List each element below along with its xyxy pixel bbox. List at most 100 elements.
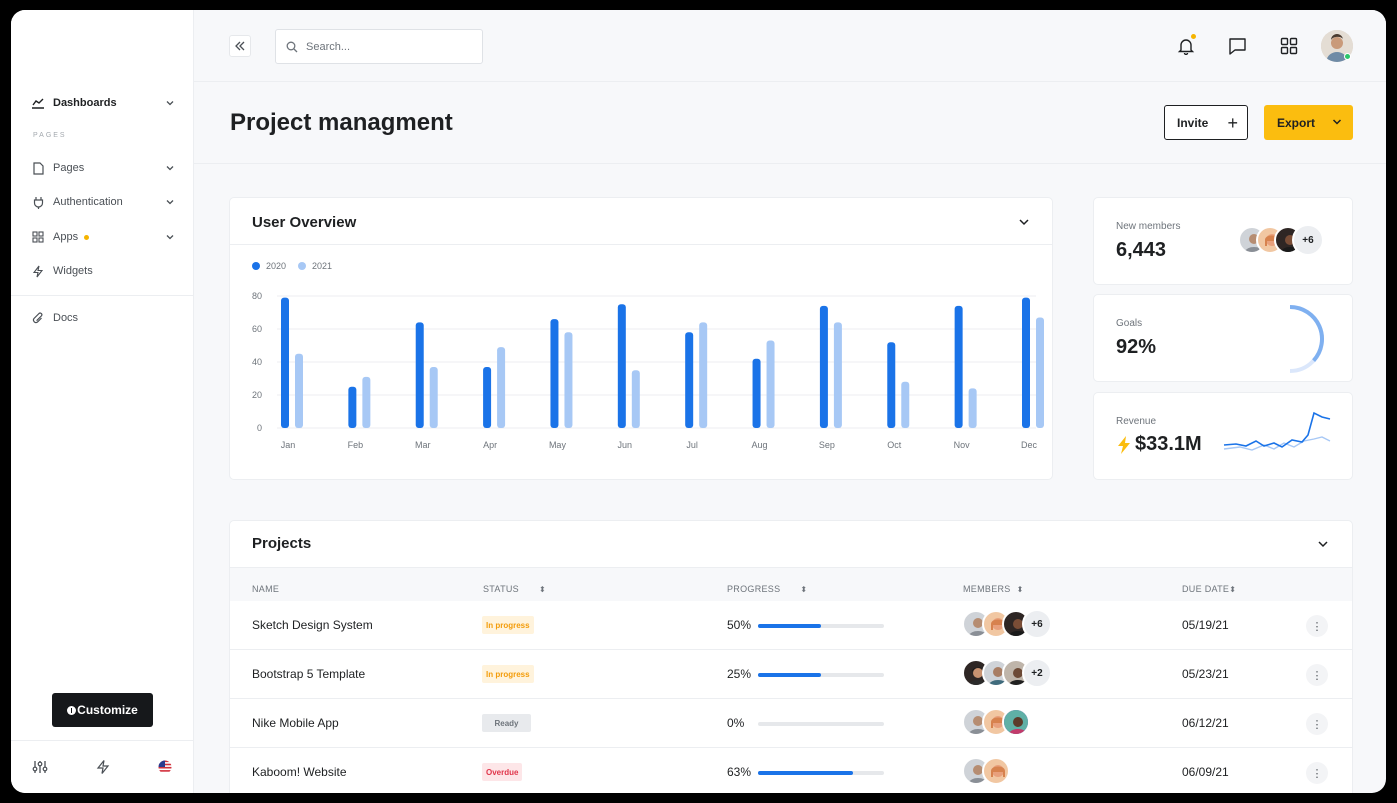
bar-2021-mar [429, 366, 438, 428]
progress-bar [758, 722, 884, 726]
sidebar-item-authentication[interactable]: Authentication [31, 192, 176, 212]
bar-2020-aug [752, 358, 761, 428]
progress-bar [758, 624, 884, 628]
legend-label: 2021 [312, 261, 333, 271]
project-name[interactable]: Nike Mobile App [252, 716, 339, 730]
legend-swatch [298, 262, 307, 270]
x-tick-label: Nov [954, 440, 971, 450]
row-actions-button[interactable]: ⋮ [1306, 762, 1328, 784]
bar-2020-jul [685, 332, 694, 428]
row-actions-button[interactable]: ⋮ [1306, 713, 1328, 735]
search-input[interactable] [306, 40, 466, 53]
online-status-dot [1344, 53, 1351, 60]
bar-2020-dec [1022, 297, 1030, 428]
app-window: Dashboards PAGES Pages Authentication Ap… [11, 10, 1386, 793]
x-tick-label: Dec [1021, 440, 1038, 450]
bar-chart: 80 60 40 20 0 Jan Feb Mar Apr May Jun Jul Aug Sep Oct N… [252, 291, 1044, 450]
bolt-icon [31, 264, 45, 278]
notification-dot [1191, 34, 1196, 39]
column-label: PROGRESS [727, 584, 781, 594]
column-header-progress[interactable]: PROGRESS ⬍ [727, 584, 807, 594]
goals-card: Goals 92% [1093, 294, 1353, 382]
project-name[interactable]: Sketch Design System [252, 618, 373, 632]
chevron-down-icon [166, 200, 174, 205]
legend-item-2020: 2020 [252, 261, 286, 271]
sidebar-item-docs[interactable]: Docs [31, 308, 176, 328]
stat-value: 92% [1116, 336, 1157, 358]
bar-2020-sep [819, 305, 828, 428]
progress-bar [758, 673, 884, 677]
invite-label: Invite [1177, 115, 1209, 130]
goals-gauge [1290, 305, 1324, 373]
bar-2021-apr [497, 347, 506, 428]
sort-icon: ⬍ [1229, 585, 1237, 594]
status-badge: In progress [482, 616, 534, 634]
revenue-card: Revenue $33.1M [1093, 392, 1353, 480]
bar-2020-jun [617, 304, 626, 428]
row-actions-button[interactable]: ⋮ [1306, 615, 1328, 637]
sidebar-item-label: Docs [53, 312, 79, 324]
bar-2021-sep [833, 322, 842, 428]
avatar [982, 757, 1010, 785]
more-members-badge[interactable]: +2 [1022, 658, 1052, 688]
chevron-down-icon[interactable] [1316, 537, 1330, 551]
y-tick-label: 0 [257, 423, 262, 433]
bar-2021-jun [631, 370, 640, 428]
project-name[interactable]: Kaboom! Website [252, 765, 347, 779]
stat-label: Revenue [1116, 416, 1157, 427]
invite-button[interactable]: Invite + [1164, 105, 1248, 140]
x-tick-label: Jan [281, 440, 296, 450]
export-button[interactable]: Export [1264, 105, 1353, 140]
sidebar-item-apps[interactable]: Apps [31, 227, 176, 247]
sliders-icon[interactable] [32, 759, 48, 775]
messages-button[interactable] [1227, 36, 1247, 56]
plug-icon [31, 195, 45, 209]
gauge-track [1290, 305, 1324, 373]
stat-value: 6,443 [1116, 239, 1167, 261]
table-row[interactable]: Sketch Design System In progress 50% +6 … [230, 601, 1352, 650]
y-tick-label: 40 [252, 357, 262, 367]
chevron-down-icon [166, 235, 174, 240]
x-tick-label: Oct [887, 440, 902, 450]
more-vertical-icon: ⋮ [1311, 669, 1323, 682]
more-vertical-icon: ⋮ [1311, 767, 1323, 780]
table-row[interactable]: Bootstrap 5 Template In progress 25% +2 … [230, 650, 1352, 699]
notifications-button[interactable] [1176, 34, 1196, 56]
more-members-badge[interactable]: +6 [1022, 609, 1052, 639]
stat-label: Goals [1116, 318, 1143, 329]
customize-button[interactable]: Customize [52, 693, 153, 727]
row-actions-button[interactable]: ⋮ [1306, 664, 1328, 686]
chevron-down-icon[interactable] [1017, 215, 1031, 229]
due-date: 06/12/21 [1182, 716, 1229, 730]
progress-text: 0% [727, 716, 745, 730]
more-members-badge[interactable]: +6 [1292, 224, 1324, 256]
table-row[interactable]: Kaboom! Website Overdue 63% 06/09/21 ⋮ [230, 748, 1352, 793]
column-header-name[interactable]: NAME [252, 584, 279, 594]
sidebar-item-pages[interactable]: Pages [31, 158, 176, 178]
y-tick-label: 60 [252, 324, 262, 334]
project-name[interactable]: Bootstrap 5 Template [252, 667, 365, 681]
bar-2021-dec [1036, 317, 1044, 428]
table-row[interactable]: Nike Mobile App Ready 0% 06/12/21 ⋮ [230, 699, 1352, 748]
card-title: Projects [252, 535, 312, 552]
chart-legend: 2020 2021 [252, 261, 344, 271]
us-flag-icon[interactable] [157, 759, 173, 775]
progress-bar [758, 771, 884, 775]
status-badge: Ready [482, 714, 531, 732]
page-title: Project managment [230, 109, 453, 136]
bell-icon [1177, 39, 1195, 55]
x-tick-label: Mar [415, 440, 431, 450]
sidebar-item-dashboards[interactable]: Dashboards [31, 93, 176, 113]
revenue-value-group: $33.1M [1116, 433, 1202, 456]
collapse-sidebar-button[interactable] [229, 35, 251, 57]
info-icon [67, 705, 77, 715]
sidebar-item-widgets[interactable]: Widgets [31, 261, 176, 281]
bolt-icon[interactable] [95, 759, 111, 775]
apps-button[interactable] [1279, 36, 1299, 56]
column-header-due-date[interactable]: DUE DATE⬍ [1182, 584, 1236, 594]
column-header-members[interactable]: MEMBERS ⬍ [963, 584, 1024, 594]
gauge-fill [1290, 305, 1324, 362]
chevron-down-icon [166, 101, 174, 106]
column-header-status[interactable]: STATUS ⬍ [483, 584, 546, 594]
due-date: 05/23/21 [1182, 667, 1229, 681]
